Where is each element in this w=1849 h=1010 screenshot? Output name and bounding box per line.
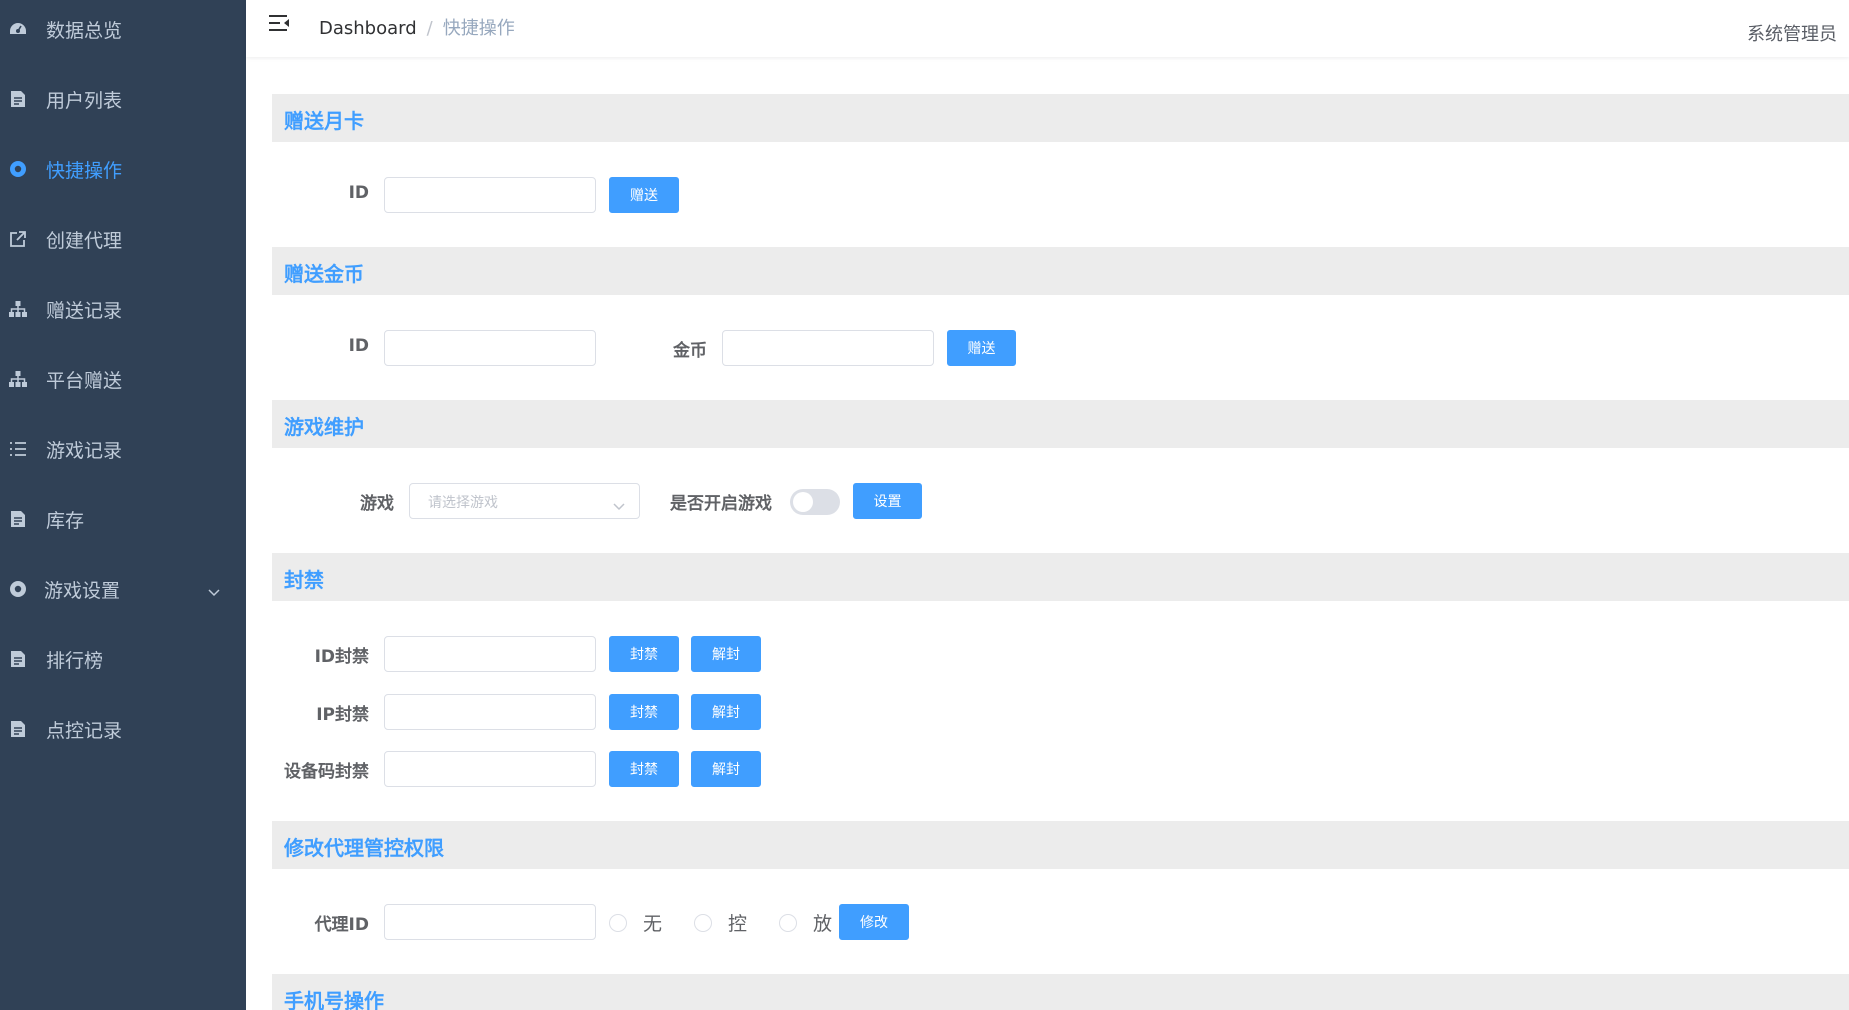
section-header-phone: 手机号操作 bbox=[272, 974, 1849, 1010]
unban-id-button[interactable]: 解封 bbox=[691, 636, 761, 672]
breadcrumb-separator: / bbox=[426, 18, 433, 39]
breadcrumb-current: 快捷操作 bbox=[442, 18, 515, 39]
sidebar-item-label: 排行榜 bbox=[46, 649, 104, 672]
circle-icon bbox=[8, 159, 28, 179]
section-header-ban: 封禁 bbox=[272, 553, 1849, 601]
radio-circle bbox=[694, 913, 712, 932]
sidebar-item-inventory[interactable]: 库存 bbox=[0, 484, 246, 554]
gold-id-input[interactable] bbox=[384, 330, 596, 366]
document-icon bbox=[8, 509, 28, 529]
agent-modify-button[interactable]: 修改 bbox=[839, 904, 909, 940]
dashboard-icon bbox=[8, 19, 28, 39]
document-icon bbox=[8, 89, 28, 109]
agent-id-input[interactable] bbox=[384, 904, 596, 940]
gold-amount-input[interactable] bbox=[722, 330, 934, 366]
sidebar-item-platform-gift[interactable]: 平台赠送 bbox=[0, 344, 246, 414]
section-title: 修改代理管控权限 bbox=[284, 836, 444, 860]
section-title: 手机号操作 bbox=[284, 989, 384, 1010]
radio-circle bbox=[779, 913, 797, 932]
field-label: ID bbox=[348, 336, 369, 356]
sidebar-item-game-records[interactable]: 游戏记录 bbox=[0, 414, 246, 484]
sidebar-item-user-list[interactable]: 用户列表 bbox=[0, 64, 246, 134]
field-label: 设备码封禁 bbox=[284, 762, 369, 782]
sidebar-item-label: 游戏记录 bbox=[46, 439, 123, 462]
ban-ip-button[interactable]: 封禁 bbox=[609, 694, 679, 730]
game-set-button[interactable]: 设置 bbox=[853, 483, 922, 519]
radio-release[interactable]: 放 bbox=[779, 909, 832, 936]
switch-knob bbox=[793, 492, 813, 512]
sidebar-item-game-settings[interactable]: 游戏设置 bbox=[0, 554, 246, 624]
sidebar-item-leaderboard[interactable]: 排行榜 bbox=[0, 624, 246, 694]
field-label: 代理ID bbox=[314, 915, 369, 935]
ban-device-button[interactable]: 封禁 bbox=[609, 751, 679, 787]
ban-id-input[interactable] bbox=[384, 636, 596, 672]
sidebar-item-label: 数据总览 bbox=[46, 19, 123, 42]
sidebar-item-label: 赠送记录 bbox=[46, 299, 123, 322]
field-label: 是否开启游戏 bbox=[670, 494, 772, 514]
sidebar: 数据总览 用户列表 快捷操作 创建代理 赠送记录 平台赠送 游戏记录 库存 游戏… bbox=[0, 0, 246, 1010]
monthly-card-send-button[interactable]: 赠送 bbox=[609, 177, 679, 213]
ban-id-button[interactable]: 封禁 bbox=[609, 636, 679, 672]
radio-label: 控 bbox=[728, 913, 748, 935]
gold-send-button[interactable]: 赠送 bbox=[947, 330, 1016, 366]
hamburger-icon[interactable] bbox=[268, 14, 292, 34]
sidebar-item-label: 快捷操作 bbox=[46, 159, 123, 182]
radio-label: 无 bbox=[643, 913, 663, 935]
sidebar-item-label: 用户列表 bbox=[46, 89, 123, 112]
section-header-game-maintenance: 游戏维护 bbox=[272, 400, 1849, 448]
field-label: IP封禁 bbox=[316, 705, 369, 725]
sidebar-item-label: 点控记录 bbox=[46, 719, 123, 742]
field-label: 游戏 bbox=[360, 494, 394, 514]
external-link-icon bbox=[8, 229, 28, 249]
section-header-monthly-card: 赠送月卡 bbox=[272, 94, 1849, 142]
game-select[interactable]: 请选择游戏 bbox=[409, 483, 640, 519]
sidebar-item-overview[interactable]: 数据总览 bbox=[0, 0, 246, 64]
monthly-card-id-input[interactable] bbox=[384, 177, 596, 213]
section-header-agent-permission: 修改代理管控权限 bbox=[272, 821, 1849, 869]
navbar: Dashboard / 快捷操作 系统管理员 bbox=[246, 0, 1849, 57]
document-icon bbox=[8, 649, 28, 669]
radio-control[interactable]: 控 bbox=[694, 909, 747, 936]
sidebar-item-control-records[interactable]: 点控记录 bbox=[0, 694, 246, 764]
chevron-down-icon bbox=[208, 582, 220, 601]
unban-ip-button[interactable]: 解封 bbox=[691, 694, 761, 730]
sidebar-item-label: 创建代理 bbox=[46, 229, 123, 252]
breadcrumb: Dashboard / 快捷操作 bbox=[319, 14, 515, 40]
game-select-placeholder: 请选择游戏 bbox=[428, 495, 498, 511]
document-icon bbox=[8, 719, 28, 739]
sidebar-item-label: 平台赠送 bbox=[46, 369, 123, 392]
unban-device-button[interactable]: 解封 bbox=[691, 751, 761, 787]
section-header-gold: 赠送金币 bbox=[272, 247, 1849, 295]
tree-icon bbox=[8, 369, 28, 389]
circle-icon bbox=[8, 579, 28, 599]
sidebar-item-label: 库存 bbox=[46, 509, 85, 532]
tree-icon bbox=[8, 299, 28, 319]
app: 数据总览 用户列表 快捷操作 创建代理 赠送记录 平台赠送 游戏记录 库存 游戏… bbox=[0, 0, 1849, 1010]
section-title: 赠送月卡 bbox=[284, 109, 364, 133]
radio-label: 放 bbox=[813, 913, 833, 935]
field-label: 金币 bbox=[673, 341, 707, 361]
user-menu[interactable]: 系统管理员 bbox=[1747, 20, 1837, 46]
radio-circle bbox=[609, 913, 627, 932]
breadcrumb-home-link[interactable]: Dashboard bbox=[319, 18, 417, 39]
ban-ip-input[interactable] bbox=[384, 694, 596, 730]
game-enable-switch[interactable] bbox=[790, 489, 840, 515]
list-icon bbox=[8, 439, 28, 459]
sidebar-item-gift-records[interactable]: 赠送记录 bbox=[0, 274, 246, 344]
section-title: 赠送金币 bbox=[284, 262, 364, 286]
ban-device-input[interactable] bbox=[384, 751, 596, 787]
field-label: ID bbox=[348, 183, 369, 203]
field-label: ID封禁 bbox=[314, 647, 369, 667]
sidebar-item-label: 游戏设置 bbox=[44, 579, 121, 602]
section-title: 游戏维护 bbox=[284, 415, 364, 439]
sidebar-item-quick-actions[interactable]: 快捷操作 bbox=[0, 134, 246, 204]
section-title: 封禁 bbox=[284, 568, 324, 592]
chevron-down-icon bbox=[613, 496, 625, 515]
sidebar-item-create-agent[interactable]: 创建代理 bbox=[0, 204, 246, 274]
radio-none[interactable]: 无 bbox=[609, 909, 662, 936]
